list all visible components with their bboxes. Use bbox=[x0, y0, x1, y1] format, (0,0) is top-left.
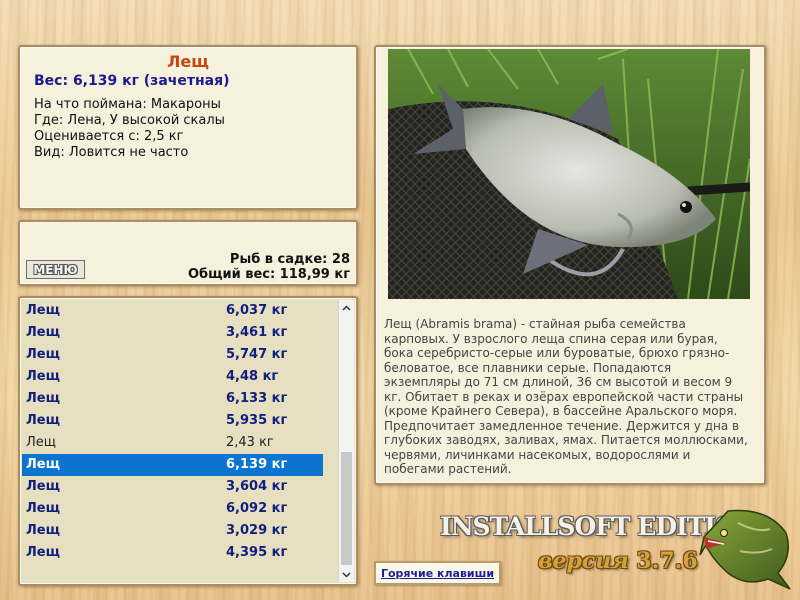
valued-from-info: Оценивается с: 2,5 кг bbox=[34, 129, 184, 144]
fish-photo bbox=[388, 49, 750, 299]
catch-row-fish: Лещ bbox=[26, 391, 60, 406]
hotkeys-button-label: Горячие клавиши bbox=[380, 566, 495, 580]
bait-info: На что поймана: Макароны bbox=[34, 97, 221, 112]
catch-row-weight: 4,48 кг bbox=[226, 369, 279, 384]
catch-row[interactable]: Лещ 5,747 кг bbox=[22, 344, 323, 366]
catch-row-weight: 6,037 кг bbox=[226, 303, 288, 318]
catch-row-fish: Лещ bbox=[26, 435, 57, 450]
catch-row[interactable]: Лещ 6,139 кг bbox=[22, 454, 323, 476]
catch-list[interactable]: Лещ 6,037 кг Лещ 3,461 кг Лещ 5,747 кг Лещ 4,48… bbox=[18, 296, 358, 586]
scroll-thumb[interactable] bbox=[341, 452, 352, 565]
chevron-up-icon[interactable] bbox=[339, 300, 354, 315]
catch-row[interactable]: Лещ 5,935 кг bbox=[22, 410, 323, 432]
catch-row-weight: 6,139 кг bbox=[226, 457, 288, 472]
version-word: версия bbox=[538, 548, 629, 574]
catch-row-fish: Лещ bbox=[26, 479, 60, 494]
catch-row-fish: Лещ bbox=[26, 413, 60, 428]
chevron-down-icon[interactable] bbox=[339, 567, 354, 582]
catch-row[interactable]: Лещ 2,43 кг bbox=[22, 432, 323, 454]
list-scrollbar[interactable] bbox=[338, 300, 354, 582]
menu-button-label: МЕНЮ bbox=[33, 262, 78, 277]
catch-row[interactable]: Лещ 3,604 кг bbox=[22, 476, 323, 498]
catch-row[interactable]: Лещ 6,133 кг bbox=[22, 388, 323, 410]
pike-fish-logo bbox=[699, 509, 791, 590]
catch-row[interactable]: Лещ 4,48 кг bbox=[22, 366, 323, 388]
catch-row[interactable]: Лещ 6,092 кг bbox=[22, 498, 323, 520]
fish-name-title: Лещ bbox=[167, 52, 209, 71]
catch-row[interactable]: Лещ 3,029 кг bbox=[22, 520, 323, 542]
version-label: версия 3.7.6 bbox=[538, 548, 698, 574]
catch-row-fish: Лещ bbox=[26, 457, 60, 472]
catch-row-weight: 3,029 кг bbox=[226, 523, 288, 538]
fish-description: Лещ (Abramis brama) - стайная рыба семей… bbox=[384, 317, 748, 476]
catch-row-fish: Лещ bbox=[26, 523, 60, 538]
version-number: 3.7.6 bbox=[636, 548, 698, 574]
keepnet-panel: МЕНЮ Рыб в садке: 28 Общий вес: 118,99 к… bbox=[18, 220, 358, 286]
total-weight: Общий вес: 118,99 кг bbox=[187, 267, 350, 282]
catch-row[interactable]: Лещ 4,395 кг bbox=[22, 542, 323, 564]
catch-row-weight: 3,604 кг bbox=[226, 479, 288, 494]
catch-row-weight: 5,935 кг bbox=[226, 413, 288, 428]
catch-row-fish: Лещ bbox=[26, 545, 60, 560]
catch-row-weight: 6,133 кг bbox=[226, 391, 288, 406]
catch-row-weight: 4,395 кг bbox=[226, 545, 288, 560]
catch-row[interactable]: Лещ 6,037 кг bbox=[22, 300, 323, 322]
catch-row-fish: Лещ bbox=[26, 369, 60, 384]
catch-row[interactable]: Лещ 3,461 кг bbox=[22, 322, 323, 344]
menu-button[interactable]: МЕНЮ bbox=[26, 260, 85, 279]
fish-weight: Вес: 6,139 кг (зачетная) bbox=[34, 73, 230, 89]
catch-row-fish: Лещ bbox=[26, 325, 60, 340]
catch-row-fish: Лещ bbox=[26, 303, 60, 318]
fish-photo-panel: Лещ (Abramis brama) - стайная рыба семей… bbox=[374, 45, 766, 485]
catch-row-weight: 6,092 кг bbox=[226, 501, 288, 516]
catch-row-weight: 2,43 кг bbox=[226, 435, 274, 450]
catch-row-fish: Лещ bbox=[26, 347, 60, 362]
location-info: Где: Лена, У высокой скалы bbox=[34, 113, 225, 128]
fish-count: Рыб в садке: 28 bbox=[229, 252, 350, 267]
rarity-info: Вид: Ловится не часто bbox=[34, 145, 189, 160]
hotkeys-button[interactable]: Горячие клавиши bbox=[374, 561, 501, 585]
fish-info-panel: Лещ Вес: 6,139 кг (зачетная) На что пойм… bbox=[18, 45, 358, 210]
catch-row-weight: 3,461 кг bbox=[226, 325, 288, 340]
catch-row-fish: Лещ bbox=[26, 501, 60, 516]
catch-row-weight: 5,747 кг bbox=[226, 347, 288, 362]
